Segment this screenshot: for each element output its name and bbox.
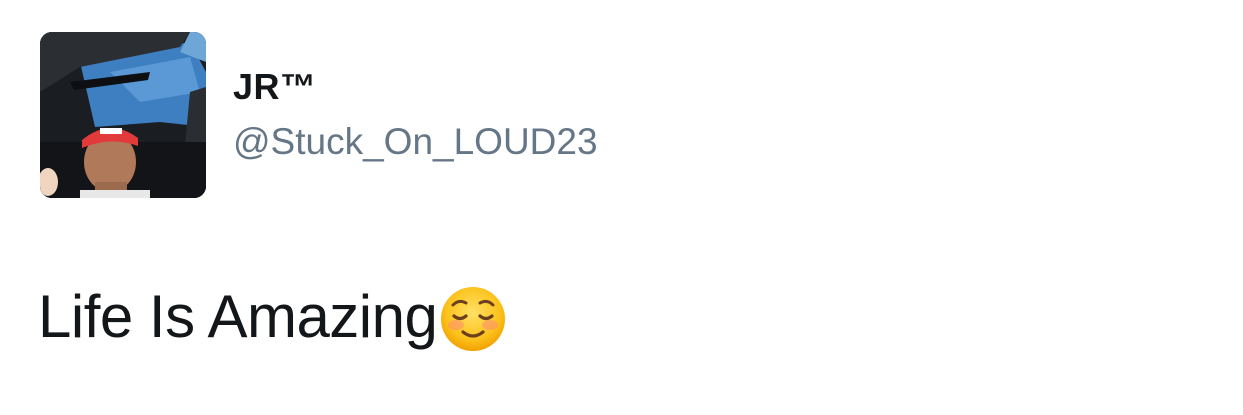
user-handle[interactable]: @Stuck_On_LOUD23: [233, 121, 598, 163]
smiling-face-emoji-icon: [439, 285, 507, 353]
avatar-photo: [40, 32, 206, 198]
display-name[interactable]: JR™: [233, 66, 317, 108]
tweet-card: JR™ @Stuck_On_LOUD23 Life Is Amazing: [0, 0, 1243, 415]
avatar[interactable]: [40, 32, 206, 198]
tweet-text: Life Is Amazing: [38, 282, 507, 351]
tweet-text-content: Life Is Amazing: [38, 283, 438, 350]
